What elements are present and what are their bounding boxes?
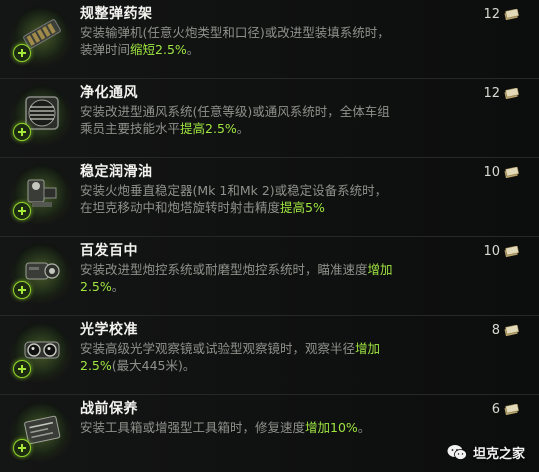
list-item[interactable]: 净化通风 安装改进型通风系统(任意等级)或通风系统时，全体车组乘员主要技能水平提… [0,79,539,157]
item-description: 安装工具箱或增强型工具箱时，修复速度增加10%。 [80,419,395,436]
plus-badge-icon [13,202,31,220]
item-description: 安装改进型炮控系统或耐磨型炮控系统时，瞄准速度增加2.5%。 [80,261,395,295]
desc-text-end: 。 [186,42,200,57]
desc-text: 安装工具箱或增强型工具箱时，修复速度 [80,420,306,435]
item-title: 百发百中 [80,243,138,259]
desc-text-end: 。 [236,121,250,136]
desc-text: 安装输弹机(任意火炮类型和口径)或改进型装填系统时，装弹时间 [80,25,390,57]
wechat-icon [447,445,467,460]
item-cost: 12 [483,86,519,101]
plus-badge-icon [13,44,31,62]
watermark: 坦克之家 [447,443,525,462]
cost-value: 8 [491,323,500,338]
bond-money-icon [504,404,519,415]
plus-badge-icon [13,360,31,378]
list-item[interactable]: 规整弹药架 安装输弹机(任意火炮类型和口径)或改进型装填系统时，装弹时间缩短2.… [0,0,539,78]
item-cost: 12 [483,7,519,22]
item-description: 安装输弹机(任意火炮类型和口径)或改进型装填系统时，装弹时间缩短2.5%。 [80,24,395,58]
cost-value: 10 [483,165,500,180]
cost-value: 10 [483,244,500,259]
desc-highlight: 增加10% [305,420,358,435]
list-item[interactable]: 稳定润滑油 安装火炮垂直稳定器(Mk 1和Mk 2)或稳定设备系统时，在坦克移动… [0,158,539,236]
bond-money-icon [504,246,519,257]
desc-highlight: 缩短2.5% [130,42,187,57]
desc-highlight: 提高2.5% [180,121,237,136]
desc-text-end: 。 [111,279,125,294]
desc-text: 安装改进型炮控系统或耐磨型炮控系统时，瞄准速度 [80,262,368,277]
item-title: 光学校准 [80,322,138,338]
watermark-text: 坦克之家 [472,447,525,462]
plus-badge-icon [13,281,31,299]
item-cost: 10 [483,244,519,259]
desc-text-end: 。 [357,420,371,435]
desc-text: 安装火炮垂直稳定器(Mk 1和Mk 2)或稳定设备系统时，在坦克移动中和炮塔旋转… [80,183,388,215]
bond-money-icon [504,88,519,99]
bond-money-icon [504,325,519,336]
item-title: 稳定润滑油 [80,164,153,180]
desc-text: 安装高级光学观察镜或试验型观察镜时，观察半径 [80,341,356,356]
cost-value: 12 [483,7,500,22]
cost-value: 6 [491,402,500,417]
item-cost: 6 [492,402,519,417]
cost-value: 12 [483,86,500,101]
desc-highlight: 提高5% [280,200,325,215]
bond-money-icon [504,9,519,20]
plus-badge-icon [13,123,31,141]
plus-badge-icon [13,439,31,457]
item-cost: 10 [483,165,519,180]
item-title: 规整弹药架 [80,6,153,22]
bond-money-icon [504,167,519,178]
item-cost: 8 [492,323,519,338]
item-description: 安装高级光学观察镜或试验型观察镜时，观察半径增加2.5%(最大445米)。 [80,340,395,374]
desc-text-end: (最大445米)。 [111,358,196,373]
item-title: 净化通风 [80,85,138,101]
item-title: 战前保养 [80,401,138,417]
skill-list: 规整弹药架 安装输弹机(任意火炮类型和口径)或改进型装填系统时，装弹时间缩短2.… [0,0,539,472]
item-description: 安装改进型通风系统(任意等级)或通风系统时，全体车组乘员主要技能水平提高2.5%… [80,103,395,137]
item-description: 安装火炮垂直稳定器(Mk 1和Mk 2)或稳定设备系统时，在坦克移动中和炮塔旋转… [80,182,395,216]
list-item[interactable]: 百发百中 安装改进型炮控系统或耐磨型炮控系统时，瞄准速度增加2.5%。 10 [0,237,539,315]
list-item[interactable]: 光学校准 安装高级光学观察镜或试验型观察镜时，观察半径增加2.5%(最大445米… [0,316,539,394]
